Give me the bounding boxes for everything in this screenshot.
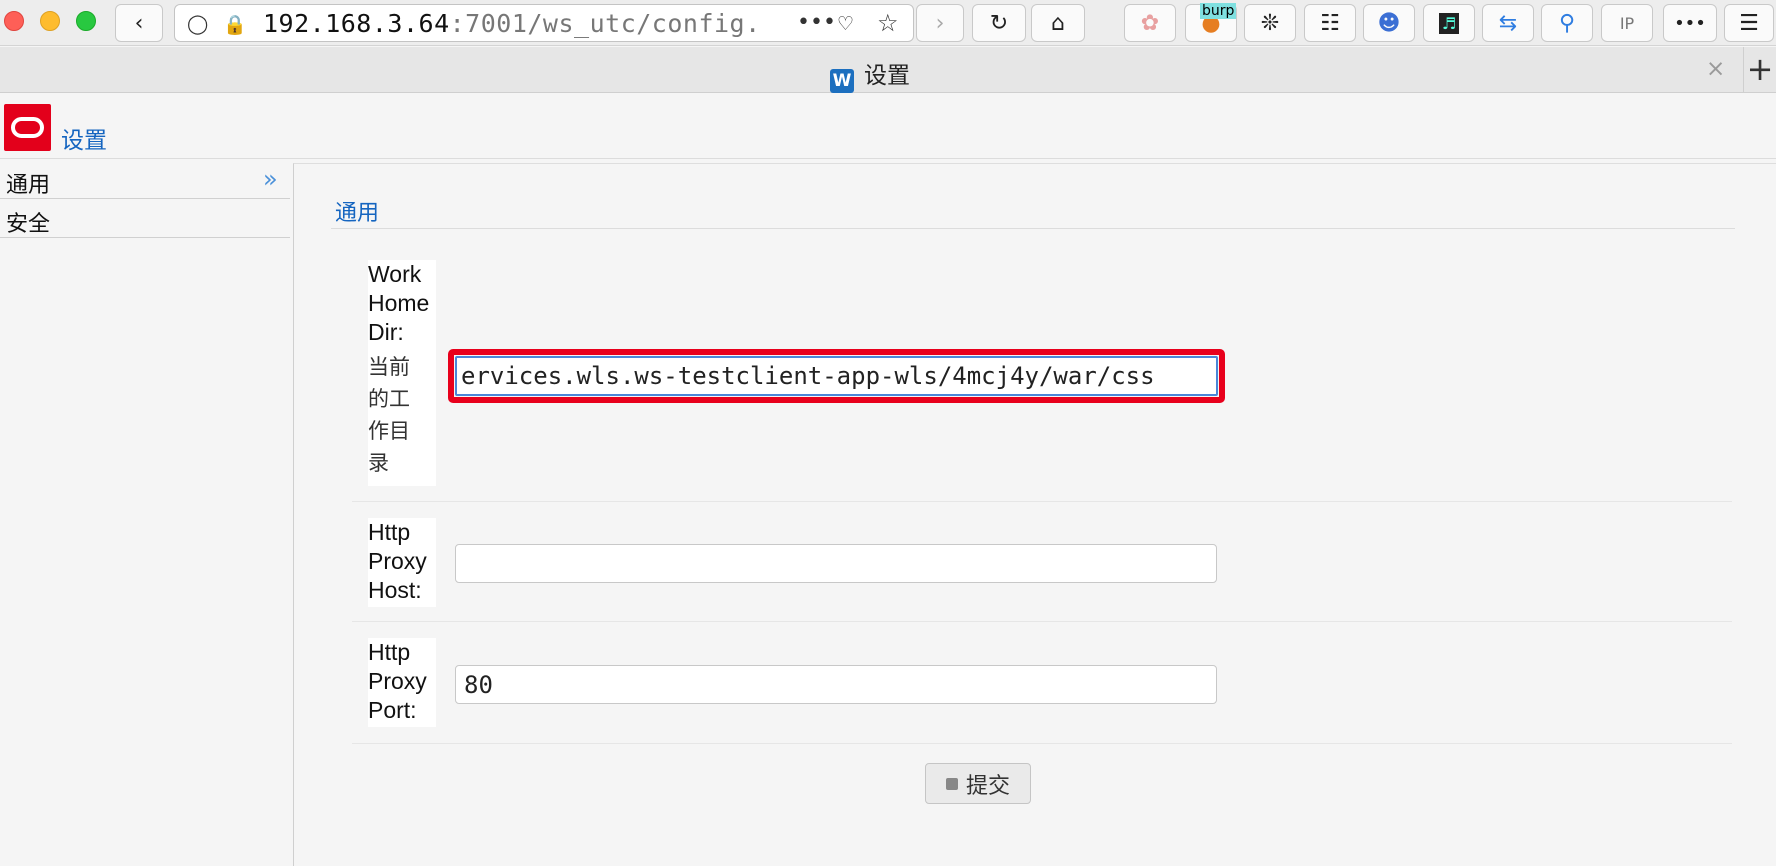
row-divider <box>352 621 1732 622</box>
work-home-dir-input[interactable]: ervices.wls.ws-testclient-app-wls/4mcj4y… <box>455 356 1218 396</box>
burp-extension-button[interactable]: ● burp <box>1185 3 1237 42</box>
url-text[interactable]: 192.168.3.64:7001/ws_utc/config. <box>263 9 761 38</box>
sidebar-item-general[interactable]: 通用 » <box>0 161 290 199</box>
submit-button-label: 提交 <box>965 773 1010 799</box>
url-bar[interactable]: ◯ 🔒 192.168.3.64:7001/ws_utc/config. •••… <box>174 4 914 42</box>
sound-extension-button[interactable]: ♬ <box>1423 4 1475 42</box>
double-chevron-right-icon: » <box>263 165 278 193</box>
chevron-right-icon: › <box>935 10 945 36</box>
tab-close-icon[interactable]: × <box>1706 56 1725 82</box>
label-line: Dir: <box>368 319 404 345</box>
tab-title: 设置 <box>864 63 910 89</box>
back-button[interactable]: ‹ <box>115 4 163 42</box>
ip-extension-button[interactable]: IP <box>1601 4 1653 42</box>
sidebar-item-label: 通用 <box>6 173 51 198</box>
window-minimize-button[interactable] <box>40 11 60 31</box>
label-line: Host: <box>368 577 422 603</box>
hint-line: 录 <box>368 451 389 475</box>
circles-icon: ✿ <box>1140 10 1160 36</box>
section-divider <box>331 228 1735 229</box>
page-actions-menu-icon[interactable]: ••• <box>797 10 836 35</box>
browser-toolbar: ‹ ◯ 🔒 192.168.3.64:7001/ws_utc/config. •… <box>0 0 1776 46</box>
overflow-menu-button[interactable]: ••• <box>1663 4 1717 42</box>
tab-active[interactable]: W 设置 <box>0 56 1740 93</box>
section-title: 通用 <box>335 201 380 226</box>
http-proxy-host-label: Http Proxy Host: <box>368 518 436 607</box>
page-title: 设置 <box>61 128 107 154</box>
label-line: Work <box>368 261 422 287</box>
window-close-button[interactable] <box>4 11 24 31</box>
shield-icon[interactable]: ◯ <box>187 13 208 35</box>
sync-icon: ⇆ <box>1498 10 1518 36</box>
character-icon: ☻ <box>1377 10 1401 36</box>
label-line: Home <box>368 290 430 316</box>
oracle-logo <box>4 104 51 151</box>
gnome-foot-icon: ❊ <box>1260 10 1280 36</box>
home-button[interactable]: ⌂ <box>1031 4 1085 42</box>
content-panel <box>293 163 1776 866</box>
label-line: Http <box>368 519 411 545</box>
sidebar-item-security[interactable]: 安全 <box>0 200 290 238</box>
http-proxy-port-input[interactable] <box>455 665 1217 704</box>
reload-icon: ↻ <box>989 10 1009 36</box>
url-host: 192.168.3.64 <box>263 9 450 38</box>
save-disk-icon <box>945 777 958 790</box>
hint-line: 作目 <box>368 419 410 443</box>
hint-line: 的工 <box>368 387 410 411</box>
forward-button[interactable]: › <box>916 4 964 42</box>
location-extension-button[interactable]: ⚲ <box>1541 4 1593 42</box>
new-tab-button[interactable]: + <box>1743 47 1776 93</box>
extension-button-1[interactable]: ✿ <box>1124 4 1176 42</box>
label-line: Proxy <box>368 548 427 574</box>
row-divider <box>352 501 1732 502</box>
hint-line: 当前 <box>368 355 410 379</box>
insecure-lock-icon[interactable]: 🔒 <box>223 13 247 36</box>
reload-button[interactable]: ↻ <box>972 4 1026 42</box>
home-icon: ⌂ <box>1051 10 1065 36</box>
hamburger-menu-button[interactable]: ☰ <box>1724 4 1774 42</box>
addons-button[interactable]: ☷ <box>1304 4 1356 42</box>
window-zoom-button[interactable] <box>76 11 96 31</box>
http-proxy-port-label: Http Proxy Port: <box>368 638 436 727</box>
burp-label: burp <box>1200 3 1237 19</box>
anime-extension-button[interactable]: ☻ <box>1363 4 1415 42</box>
gnome-extension-button[interactable]: ❊ <box>1244 4 1296 42</box>
speaker-icon: ♬ <box>1438 12 1460 34</box>
submit-button[interactable]: 提交 <box>925 763 1031 804</box>
pin-icon: ⚲ <box>1558 10 1576 36</box>
pocket-icon[interactable]: ♡ <box>837 13 854 35</box>
header-divider <box>0 158 1776 159</box>
label-line: Http <box>368 639 411 665</box>
hamburger-icon: ☰ <box>1739 10 1759 36</box>
url-path: :7001/ws_utc/config. <box>449 9 761 38</box>
sync-extension-button[interactable]: ⇆ <box>1482 4 1534 42</box>
more-icon: ••• <box>1674 12 1706 34</box>
work-home-dir-hint: 当前 的工 作目 录 <box>368 351 436 479</box>
tab-strip: W 设置 × + <box>0 47 1776 93</box>
ip-magnifier-icon: IP <box>1619 13 1635 33</box>
sidebar-item-label: 安全 <box>6 212 51 237</box>
chevron-left-icon: ‹ <box>134 10 144 36</box>
http-proxy-host-input[interactable] <box>455 544 1217 583</box>
puzzle-icon: ☷ <box>1320 10 1340 36</box>
label-line: Proxy <box>368 668 427 694</box>
label-line: Port: <box>368 697 417 723</box>
weblogic-favicon-icon: W <box>830 69 854 93</box>
bookmark-star-icon[interactable]: ☆ <box>877 9 899 37</box>
work-home-dir-label: Work Home Dir: 当前 的工 作目 录 <box>368 260 436 486</box>
row-divider <box>352 743 1732 744</box>
